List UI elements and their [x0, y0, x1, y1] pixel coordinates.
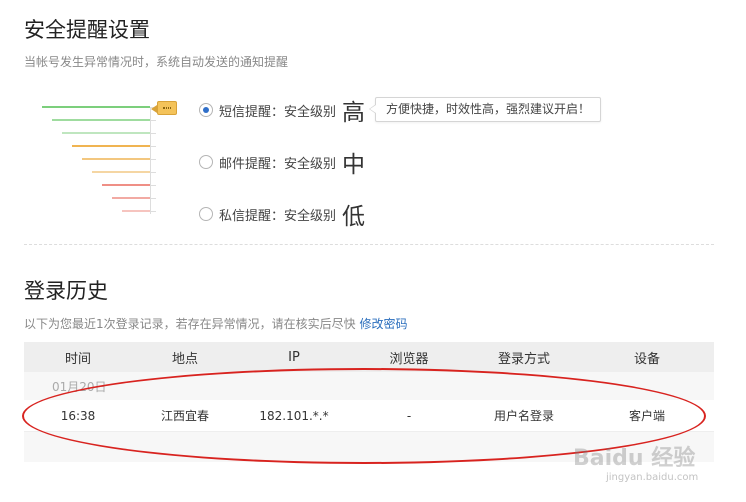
- level-marker-icon: [151, 101, 177, 115]
- message-radio[interactable]: [199, 207, 213, 221]
- cell-browser: -: [406, 408, 412, 423]
- level-line: [62, 132, 150, 134]
- date-group-row: 01月20日: [24, 372, 714, 400]
- level-tick: [150, 198, 156, 199]
- col-login-method: 登录方式: [497, 351, 550, 367]
- level-tick: [150, 185, 156, 186]
- email-radio[interactable]: [199, 155, 213, 169]
- baidu-watermark-url: jingyan.baidu.com: [606, 472, 699, 483]
- alert-option-message[interactable]: 私信提醒：安全级别 低: [199, 200, 366, 230]
- level-line: [42, 106, 150, 108]
- sms-option-label: 短信提醒：安全级别: [219, 104, 337, 120]
- col-device: 设备: [633, 351, 660, 367]
- table-header: 时间 地点 IP 浏览器 登录方式 设备: [24, 342, 714, 372]
- cell-login-method: 用户名登录: [493, 409, 554, 423]
- sms-radio[interactable]: [199, 103, 213, 117]
- cell-time: 16:38: [60, 408, 96, 423]
- cell-ip: 182.101.*.*: [259, 408, 329, 423]
- level-line: [52, 119, 150, 121]
- level-line: [112, 197, 150, 199]
- alert-option-sms[interactable]: 短信提醒：安全级别 高: [199, 96, 366, 126]
- message-level-text: 低: [342, 204, 366, 230]
- col-time: 时间: [64, 351, 91, 367]
- level-tick: [150, 211, 156, 212]
- section-divider: [24, 244, 714, 245]
- alert-option-email[interactable]: 邮件提醒：安全级别 中: [199, 148, 366, 178]
- sms-level-text: 高: [342, 100, 366, 126]
- level-line: [72, 145, 150, 147]
- cell-location: 江西宜春: [160, 409, 209, 423]
- level-line: [82, 158, 150, 160]
- level-tick: [150, 146, 156, 147]
- level-tick: [150, 172, 156, 173]
- login-history-title: 登录历史: [24, 279, 108, 303]
- level-line: [122, 210, 150, 212]
- table-row: 16:38 江西宜春 182.101.*.* - 用户名登录 客户端: [24, 400, 714, 432]
- alert-settings-desc: 当帐号发生异常情况时，系统自动发送的通知提醒: [24, 55, 289, 69]
- level-tick: [150, 159, 156, 160]
- login-history-desc: 以下为您最近1次登录记录，若存在异常情况，请在核实后尽快 修改密码: [24, 315, 407, 332]
- col-browser: 浏览器: [389, 351, 429, 367]
- level-line: [92, 171, 150, 173]
- login-history-desc-text: 以下为您最近1次登录记录，若存在异常情况，请在核实后尽快: [24, 317, 356, 331]
- baidu-watermark-logo: Baidu 经验: [573, 446, 696, 471]
- level-line: [102, 184, 150, 186]
- alert-level-graphic: [40, 100, 160, 218]
- email-option-label: 邮件提醒：安全级别: [219, 156, 337, 172]
- level-tick: [150, 120, 156, 121]
- cell-device: 客户端: [628, 409, 665, 423]
- alert-settings-title: 安全提醒设置: [24, 18, 150, 42]
- level-tick: [150, 133, 156, 134]
- col-location: 地点: [171, 351, 198, 367]
- message-option-label: 私信提醒：安全级别: [219, 208, 337, 224]
- sms-recommend-tooltip: 方便快捷，时效性高，强烈建议开启！: [368, 97, 602, 122]
- email-level-text: 中: [342, 152, 366, 178]
- change-password-link[interactable]: 修改密码: [359, 317, 407, 331]
- col-ip: IP: [288, 349, 300, 365]
